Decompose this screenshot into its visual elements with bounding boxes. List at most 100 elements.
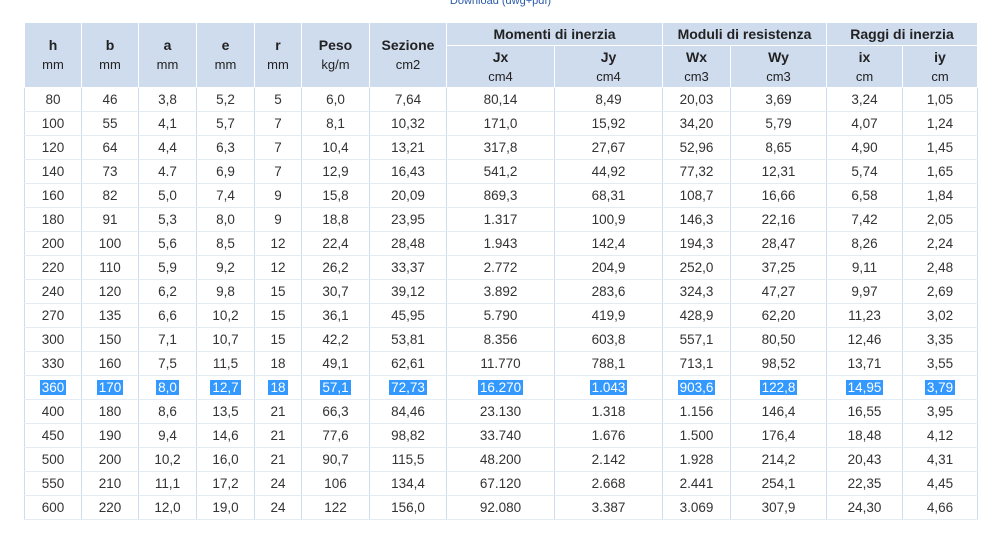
profile-table-container: h mm b mm a mm e mm r mm Peso kg/m Sezione cm2 Momenti… xyxy=(24,21,978,520)
table-cell: 2,05 xyxy=(902,207,978,232)
table-cell: 77,6 xyxy=(301,423,370,448)
table-cell: 12,7 xyxy=(196,375,255,400)
table-cell: 4,66 xyxy=(902,495,978,520)
table-cell: 30,7 xyxy=(301,279,370,304)
table-cell: 7 xyxy=(254,111,302,136)
table-cell: 5,74 xyxy=(826,159,903,184)
table-cell: 28,47 xyxy=(730,231,827,256)
column-unit: cm xyxy=(855,68,874,84)
table-cell: 9,4 xyxy=(138,423,197,448)
table-cell: 252,0 xyxy=(662,255,731,280)
table-body: 80 46 3,8 5,2 5 6,0 7,64 80,14 8,49 20,03 3,69 3,24… xyxy=(24,87,978,520)
table-cell: 14,95 xyxy=(826,375,903,400)
column-header-r: r mm xyxy=(254,22,302,88)
table-row: 270 135 6,6 10,2 15 36,1 45,95 5.790 419,9 428,9 6… xyxy=(24,303,978,328)
table-cell: 15 xyxy=(254,279,302,304)
table-cell: 42,2 xyxy=(301,327,370,352)
table-cell: 9,2 xyxy=(196,255,255,280)
selected-text: 3,79 xyxy=(924,380,956,395)
table-cell: 3,35 xyxy=(902,327,978,352)
table-cell: 44,92 xyxy=(554,159,663,184)
table-cell: 100 xyxy=(24,111,82,136)
table-cell: 428,9 xyxy=(662,303,731,328)
table-row: 120 64 4,4 6,3 7 10,4 13,21 317,8 27,67 52,96 8,65… xyxy=(24,135,978,160)
table-row: 500 200 10,2 16,0 21 90,7 115,5 48.200 2.142 1.92… xyxy=(24,447,978,472)
table-cell: 21 xyxy=(254,399,302,424)
table-cell: 73 xyxy=(81,159,139,184)
column-unit: mm xyxy=(214,57,237,72)
table-cell: 92.080 xyxy=(446,495,555,520)
table-cell: 57,1 xyxy=(301,375,370,400)
table-cell: 200 xyxy=(24,231,82,256)
table-cell: 108,7 xyxy=(662,183,731,208)
table-row: 600 220 12,0 19,0 24 122 156,0 92.080 3.387 3.069… xyxy=(24,495,978,520)
table-cell: 3,55 xyxy=(902,351,978,376)
table-cell: 270 xyxy=(24,303,82,328)
table-cell: 6,2 xyxy=(138,279,197,304)
table-cell: 5 xyxy=(254,87,302,112)
table-cell: 28,48 xyxy=(369,231,447,256)
table-cell: 7,1 xyxy=(138,327,197,352)
column-header-h: h mm xyxy=(24,22,82,88)
table-cell: 135 xyxy=(81,303,139,328)
column-header-ix: ix cm xyxy=(826,45,903,88)
table-cell: 10,4 xyxy=(301,135,370,160)
table-cell: 324,3 xyxy=(662,279,731,304)
table-cell: 20,03 xyxy=(662,87,731,112)
table-cell: 12,9 xyxy=(301,159,370,184)
table-row: 200 100 5,6 8,5 12 22,4 28,48 1.943 142,4 194,3 28… xyxy=(24,231,978,256)
table-cell: 16,43 xyxy=(369,159,447,184)
table-cell: 23,95 xyxy=(369,207,447,232)
selected-text: 170 xyxy=(96,380,124,395)
table-cell: 12,0 xyxy=(138,495,197,520)
column-name: Wx xyxy=(686,48,707,65)
table-cell: 210 xyxy=(81,471,139,496)
table-cell: 100,9 xyxy=(554,207,663,232)
download-link[interactable]: Download (dwg+pdf) xyxy=(0,0,1001,8)
column-name: b xyxy=(105,37,115,53)
table-cell: 19,0 xyxy=(196,495,255,520)
table-cell: 10,7 xyxy=(196,327,255,352)
column-unit: mm xyxy=(267,57,289,72)
table-cell: 17,2 xyxy=(196,471,255,496)
table-cell: 5,0 xyxy=(138,183,197,208)
table-cell: 122 xyxy=(301,495,370,520)
table-cell: 8,65 xyxy=(730,135,827,160)
table-cell: 4.7 xyxy=(138,159,197,184)
column-name: Jx xyxy=(492,48,509,65)
table-cell: 7,64 xyxy=(369,87,447,112)
table-cell: 120 xyxy=(81,279,139,304)
table-cell: 80 xyxy=(24,87,82,112)
table-cell: 13,71 xyxy=(826,351,903,376)
table-cell: 2.142 xyxy=(554,447,663,472)
table-cell: 27,67 xyxy=(554,135,663,160)
column-unit: cm4 xyxy=(488,68,513,84)
table-cell: 6,6 xyxy=(138,303,197,328)
table-cell: 13,21 xyxy=(369,135,447,160)
table-cell: 8,6 xyxy=(138,399,197,424)
table-cell: 160 xyxy=(81,351,139,376)
table-row: 220 110 5,9 9,2 12 26,2 33,37 2.772 204,9 252,0 37… xyxy=(24,255,978,280)
selected-text: 18 xyxy=(268,380,288,395)
table-cell: 10,32 xyxy=(369,111,447,136)
table-cell: 3.069 xyxy=(662,495,731,520)
table-row: 80 46 3,8 5,2 5 6,0 7,64 80,14 8,49 20,03 3,69 3,24… xyxy=(24,87,978,112)
table-cell: 77,32 xyxy=(662,159,731,184)
table-cell: 11,5 xyxy=(196,351,255,376)
table-cell: 115,5 xyxy=(369,447,447,472)
table-cell: 9 xyxy=(254,183,302,208)
column-unit: kg/m xyxy=(321,57,350,72)
table-cell: 1.928 xyxy=(662,447,731,472)
table-cell: 80,14 xyxy=(446,87,555,112)
table-cell: 12 xyxy=(254,231,302,256)
table-cell: 3.892 xyxy=(446,279,555,304)
selected-text: 72,73 xyxy=(389,380,427,395)
table-cell: 200 xyxy=(81,447,139,472)
table-cell: 6,3 xyxy=(196,135,255,160)
table-cell: 49,1 xyxy=(301,351,370,376)
selected-text: 360 xyxy=(39,380,67,395)
table-cell: 450 xyxy=(24,423,82,448)
table-cell: 16.270 xyxy=(446,375,555,400)
table-cell: 550 xyxy=(24,471,82,496)
table-cell: 11,23 xyxy=(826,303,903,328)
